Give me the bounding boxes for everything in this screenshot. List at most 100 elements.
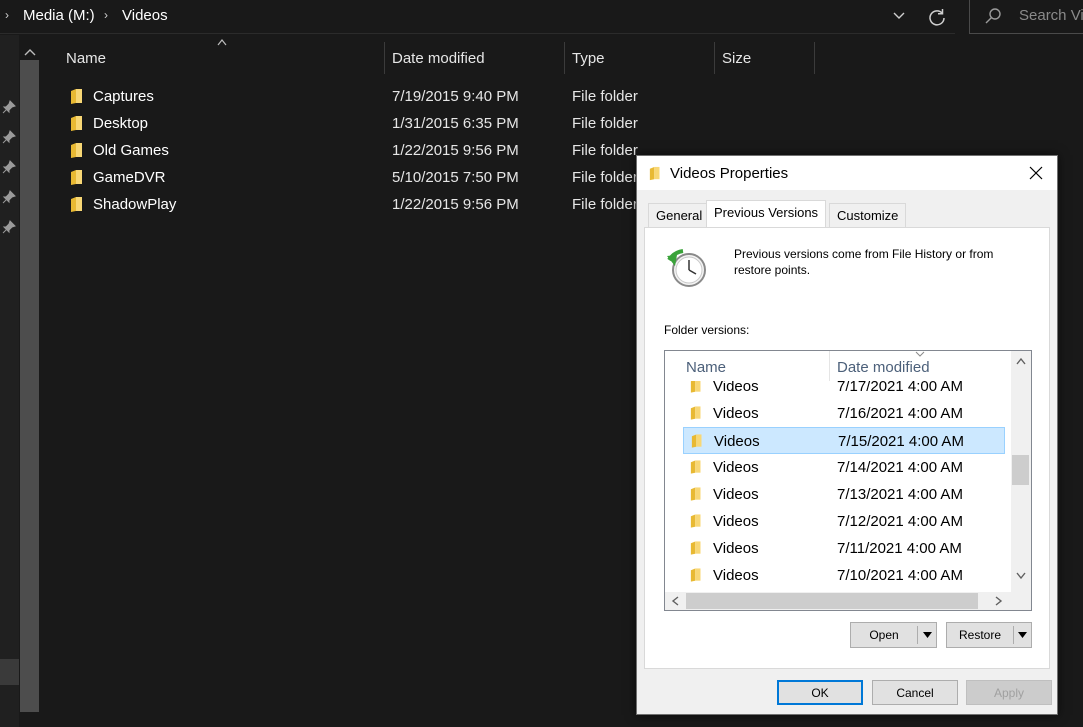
folder-icon <box>649 166 660 181</box>
refresh-icon[interactable] <box>925 5 949 29</box>
column-header-date-modified[interactable]: Date modified <box>392 42 485 74</box>
dropdown-arrow-icon[interactable] <box>1018 632 1027 638</box>
tab-previous-versions[interactable]: Previous Versions <box>706 200 827 227</box>
restore-split-button[interactable]: Restore <box>946 622 1032 648</box>
column-divider[interactable] <box>829 351 830 381</box>
tab-general[interactable]: General <box>648 203 711 227</box>
file-name: GameDVR <box>93 169 166 186</box>
search-icon <box>985 8 1001 24</box>
folder-versions-label: Folder versions: <box>664 323 750 337</box>
split-divider <box>1013 626 1014 644</box>
folder-icon <box>71 89 82 104</box>
column-header-type[interactable]: Type <box>572 42 605 74</box>
folder-icon <box>690 460 701 474</box>
file-name: Desktop <box>93 115 149 132</box>
version-row[interactable]: Videos 7/17/2021 4:00 AM <box>683 381 1005 400</box>
folder-icon <box>690 381 701 393</box>
properties-dialog[interactable]: Videos Properties General Previous Versi… <box>636 155 1058 715</box>
breadcrumb-media-drive[interactable]: Media (M:) <box>23 7 95 24</box>
version-date: 7/10/2021 4:00 AM <box>837 567 963 584</box>
pin-icon[interactable] <box>2 130 16 144</box>
file-date: 1/22/2015 9:56 PM <box>392 142 519 159</box>
scroll-up-arrow-icon[interactable] <box>24 47 36 57</box>
version-row[interactable]: Videos 7/10/2021 4:00 AM <box>683 562 1005 589</box>
navigation-pane[interactable] <box>0 35 19 727</box>
info-text: Previous versions come from File History… <box>734 247 994 277</box>
version-date: 7/13/2021 4:00 AM <box>837 486 963 503</box>
file-date: 7/19/2015 9:40 PM <box>392 88 519 105</box>
apply-button[interactable]: Apply <box>966 680 1052 705</box>
scroll-down-arrow-icon[interactable] <box>1016 572 1026 580</box>
scroll-right-arrow-icon[interactable] <box>995 596 1003 606</box>
column-header-name[interactable]: Name <box>66 42 106 74</box>
scroll-up-arrow-icon[interactable] <box>1016 357 1026 365</box>
address-bar[interactable]: › Media (M:) › Videos <box>0 0 955 34</box>
ok-button[interactable]: OK <box>777 680 863 705</box>
scroll-left-arrow-icon[interactable] <box>671 596 679 606</box>
version-row[interactable]: Videos 7/12/2021 4:00 AM <box>683 508 1005 535</box>
column-divider[interactable] <box>564 42 565 74</box>
version-name: Videos <box>713 540 759 557</box>
search-input[interactable]: Search Vi <box>969 0 1083 34</box>
version-date: 7/11/2021 4:00 AM <box>837 540 962 557</box>
dropdown-arrow-icon[interactable] <box>923 632 932 638</box>
folder-icon <box>71 143 82 158</box>
folder-icon <box>71 116 82 131</box>
breadcrumb-videos[interactable]: Videos <box>122 7 168 24</box>
column-divider[interactable] <box>814 42 815 74</box>
chevron-down-icon[interactable] <box>890 6 908 26</box>
file-type: File folder <box>572 169 638 186</box>
file-type: File folder <box>572 196 638 213</box>
pin-icon[interactable] <box>2 160 16 174</box>
folder-icon <box>690 568 701 582</box>
file-name: ShadowPlay <box>93 196 177 213</box>
search-placeholder: Search Vi <box>1019 7 1083 24</box>
column-divider[interactable] <box>384 42 385 74</box>
version-name: Videos <box>713 486 759 503</box>
versions-scrollbar-thumb[interactable] <box>1012 455 1029 485</box>
folder-icon <box>691 434 702 448</box>
restore-button-label: Restore <box>958 628 1002 642</box>
version-date: 7/17/2021 4:00 AM <box>837 381 963 395</box>
folder-icon <box>71 197 82 212</box>
versions-column-name[interactable]: Name <box>686 359 726 376</box>
file-date: 1/22/2015 9:56 PM <box>392 196 519 213</box>
versions-hscrollbar-thumb[interactable] <box>686 593 978 609</box>
version-row[interactable]: Videos 7/13/2021 4:00 AM <box>683 481 1005 508</box>
file-row-captures[interactable]: Captures 7/19/2015 9:40 PM File folder <box>62 84 822 111</box>
folder-versions-list[interactable]: Name Date modified Videos 7/17/2021 4:00… <box>664 350 1032 611</box>
version-name: Videos <box>713 567 759 584</box>
versions-list-body[interactable]: Videos 7/17/2021 4:00 AM Videos 7/16/202… <box>665 381 1011 592</box>
pin-icon[interactable] <box>2 100 16 114</box>
column-header-size[interactable]: Size <box>722 42 751 74</box>
nav-scrollbar-thumb[interactable] <box>20 60 39 712</box>
open-button-label: Open <box>869 628 899 642</box>
version-row[interactable]: Videos 7/16/2021 4:00 AM <box>683 400 1005 427</box>
dialog-titlebar[interactable]: Videos Properties <box>637 156 1057 190</box>
cancel-button[interactable]: Cancel <box>872 680 958 705</box>
split-divider <box>917 626 918 644</box>
open-split-button[interactable]: Open <box>850 622 937 648</box>
file-type: File folder <box>572 115 638 132</box>
chevron-right-icon: › <box>104 8 108 22</box>
nav-selected-item[interactable] <box>0 659 19 685</box>
close-icon[interactable] <box>1027 164 1045 182</box>
version-name: Videos <box>713 513 759 530</box>
nav-scrollbar[interactable] <box>19 35 41 727</box>
tab-customize[interactable]: Customize <box>829 203 907 227</box>
sort-descending-icon <box>915 351 925 357</box>
versions-vertical-scrollbar[interactable] <box>1011 351 1031 592</box>
column-divider[interactable] <box>714 42 715 74</box>
pin-icon[interactable] <box>2 220 16 234</box>
versions-list-header: Name Date modified <box>665 351 1011 381</box>
file-row-desktop[interactable]: Desktop 1/31/2015 6:35 PM File folder <box>62 111 822 138</box>
file-history-clock-icon <box>667 249 706 287</box>
versions-horizontal-scrollbar[interactable] <box>665 592 1011 610</box>
version-date: 7/14/2021 4:00 AM <box>837 459 963 476</box>
version-row-selected[interactable]: Videos 7/15/2021 4:00 AM <box>683 427 1005 454</box>
pin-icon[interactable] <box>2 190 16 204</box>
version-row[interactable]: Videos 7/14/2021 4:00 AM <box>683 454 1005 481</box>
file-date: 1/31/2015 6:35 PM <box>392 115 519 132</box>
version-row[interactable]: Videos 7/11/2021 4:00 AM <box>683 535 1005 562</box>
versions-column-date-modified[interactable]: Date modified <box>837 359 930 376</box>
